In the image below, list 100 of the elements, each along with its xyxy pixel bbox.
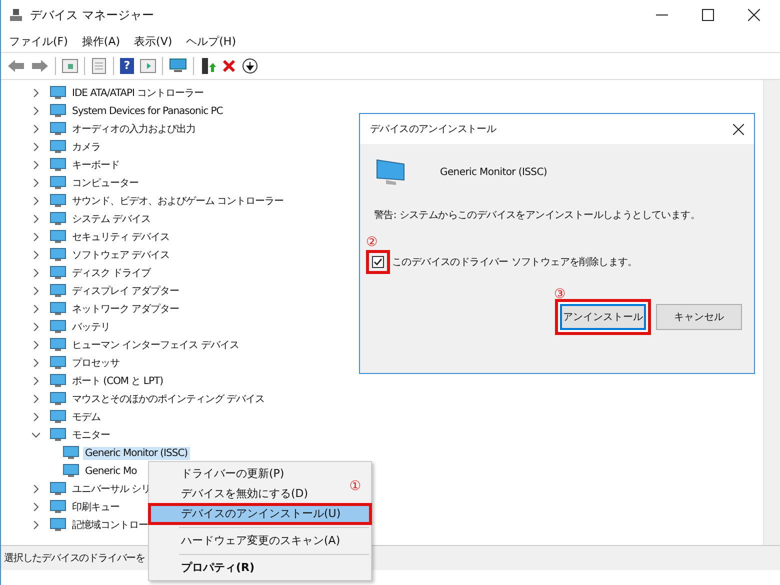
expand-chevron-icon[interactable] — [32, 179, 40, 187]
scrollbar[interactable] — [763, 80, 780, 545]
tree-item[interactable]: Generic Monitor (ISSC) — [83, 446, 190, 460]
tree-item[interactable]: バッテリ — [70, 319, 112, 335]
device-manager-icon — [9, 8, 23, 22]
tree-item[interactable]: ディスク ドライブ — [70, 265, 153, 281]
tree-item[interactable]: マウスとそのほかのポインティング デバイス — [70, 391, 267, 407]
status-text: 選択したデバイスのドライバーを — [4, 552, 146, 565]
device-icon — [50, 320, 66, 334]
expand-chevron-icon[interactable] — [32, 125, 40, 133]
expand-chevron-icon[interactable] — [32, 287, 40, 295]
dialog-title: デバイスのアンインストール — [370, 123, 496, 136]
device-name: Generic Monitor (ISSC) — [440, 166, 547, 178]
tree-item[interactable]: 印刷キュー — [70, 499, 122, 515]
device-icon — [50, 158, 66, 172]
checkbox-label: このデバイスのドライバー ソフトウェアを削除します。 — [392, 256, 638, 269]
properties-icon[interactable] — [91, 58, 107, 74]
annotation-number: ③ — [554, 288, 566, 302]
tree-item[interactable]: モデム — [70, 409, 102, 425]
expand-chevron-icon[interactable] — [32, 251, 40, 259]
back-arrow-icon[interactable] — [7, 59, 25, 73]
device-icon — [50, 392, 66, 406]
menu-item[interactable]: 操作(A) — [82, 34, 120, 48]
tree-item[interactable]: キーボード — [70, 157, 122, 173]
tree-item[interactable]: IDE ATA/ATAPI コントローラー — [70, 85, 206, 101]
device-icon — [50, 230, 66, 244]
help-icon[interactable]: ? — [120, 58, 134, 74]
tree-item[interactable]: コンピューター — [70, 175, 140, 191]
device-icon — [50, 374, 66, 388]
monitor-icon[interactable] — [169, 58, 187, 74]
menu-item[interactable]: ファイル(F) — [9, 34, 68, 48]
device-icon — [50, 482, 66, 496]
driver-update-icon[interactable] — [200, 57, 216, 75]
tree-item[interactable]: System Devices for Panasonic PC — [70, 104, 225, 118]
expand-chevron-icon[interactable] — [32, 413, 40, 421]
down-arrow-circle-icon[interactable] — [242, 58, 258, 74]
expand-chevron-icon[interactable] — [32, 503, 40, 511]
panel-icon[interactable] — [62, 59, 78, 73]
tree-item[interactable]: ソフトウェア デバイス — [70, 247, 172, 263]
menu-item[interactable]: 表示(V) — [134, 34, 172, 48]
expand-chevron-icon[interactable] — [32, 197, 40, 205]
tree-item[interactable]: システム デバイス — [70, 211, 153, 227]
forward-arrow-icon[interactable] — [31, 59, 49, 73]
window-title: デバイス マネージャー — [30, 6, 154, 24]
tree-item[interactable]: オーディオの入力および出力 — [70, 121, 198, 137]
checkbox[interactable] — [372, 256, 384, 268]
expand-chevron-icon[interactable] — [32, 341, 40, 349]
menu-item[interactable]: ドライバーの更新(P) — [149, 464, 288, 484]
menu-item[interactable]: デバイスを無効にする(D) — [149, 484, 312, 504]
device-icon — [50, 140, 66, 154]
tree-item[interactable]: ネットワーク アダプター — [70, 301, 182, 317]
device-icon — [50, 194, 66, 208]
cancel-button[interactable]: キャンセル — [656, 304, 742, 330]
menu-item[interactable]: プロパティ(R) — [149, 558, 259, 578]
device-icon — [50, 284, 66, 298]
expand-chevron-icon[interactable] — [32, 485, 40, 493]
close-icon[interactable] — [733, 124, 744, 134]
device-icon — [50, 212, 66, 226]
device-icon — [50, 86, 66, 100]
expand-chevron-icon[interactable] — [32, 269, 40, 277]
expand-chevron-icon[interactable] — [32, 305, 40, 313]
maximize-icon[interactable] — [702, 9, 714, 21]
device-icon — [50, 428, 66, 442]
expand-chevron-icon[interactable] — [32, 233, 40, 241]
expand-chevron-icon[interactable] — [32, 359, 40, 367]
annotation-number: ② — [366, 236, 378, 250]
expand-chevron-icon[interactable] — [32, 521, 40, 529]
device-icon — [50, 500, 66, 514]
device-icon — [50, 176, 66, 190]
expand-chevron-icon[interactable] — [32, 395, 40, 403]
expand-chevron-icon[interactable] — [32, 143, 40, 151]
tree-item[interactable]: プロセッサ — [70, 355, 122, 371]
close-icon[interactable] — [748, 9, 760, 21]
tree-item[interactable]: モニター — [70, 427, 112, 443]
monitor-icon — [63, 464, 79, 478]
panel-icon[interactable] — [140, 59, 156, 73]
delete-icon[interactable] — [222, 59, 236, 73]
tree-item[interactable]: カメラ — [70, 139, 102, 155]
device-icon — [50, 410, 66, 424]
menu-item[interactable]: デバイスのアンインストール(U) — [149, 504, 371, 524]
tree-item[interactable]: ポート (COM と LPT) — [70, 373, 166, 389]
tree-item[interactable]: ディスプレイ アダプター — [70, 283, 182, 299]
menu-item[interactable]: ハードウェア変更のスキャン(A) — [149, 531, 344, 551]
tree-item[interactable]: サウンド、ビデオ、およびゲーム コントローラー — [70, 193, 286, 209]
tree-item[interactable]: ヒューマン インターフェイス デバイス — [70, 337, 241, 353]
tree-item[interactable]: 記憶域コントロー — [70, 517, 150, 533]
expand-chevron-icon[interactable] — [32, 377, 40, 385]
expand-chevron-icon[interactable] — [32, 215, 40, 223]
tree-item[interactable]: Generic Mo — [83, 464, 139, 478]
expand-chevron-icon[interactable] — [32, 107, 40, 115]
device-icon — [50, 104, 66, 118]
device-icon — [50, 122, 66, 136]
expand-chevron-icon[interactable] — [32, 89, 40, 97]
collapse-chevron-icon[interactable] — [32, 431, 40, 439]
device-icon — [50, 266, 66, 280]
menu-item[interactable]: ヘルプ(H) — [186, 34, 236, 48]
device-icon — [50, 356, 66, 370]
expand-chevron-icon[interactable] — [32, 323, 40, 331]
expand-chevron-icon[interactable] — [32, 161, 40, 169]
tree-item[interactable]: セキュリティ デバイス — [70, 229, 172, 245]
